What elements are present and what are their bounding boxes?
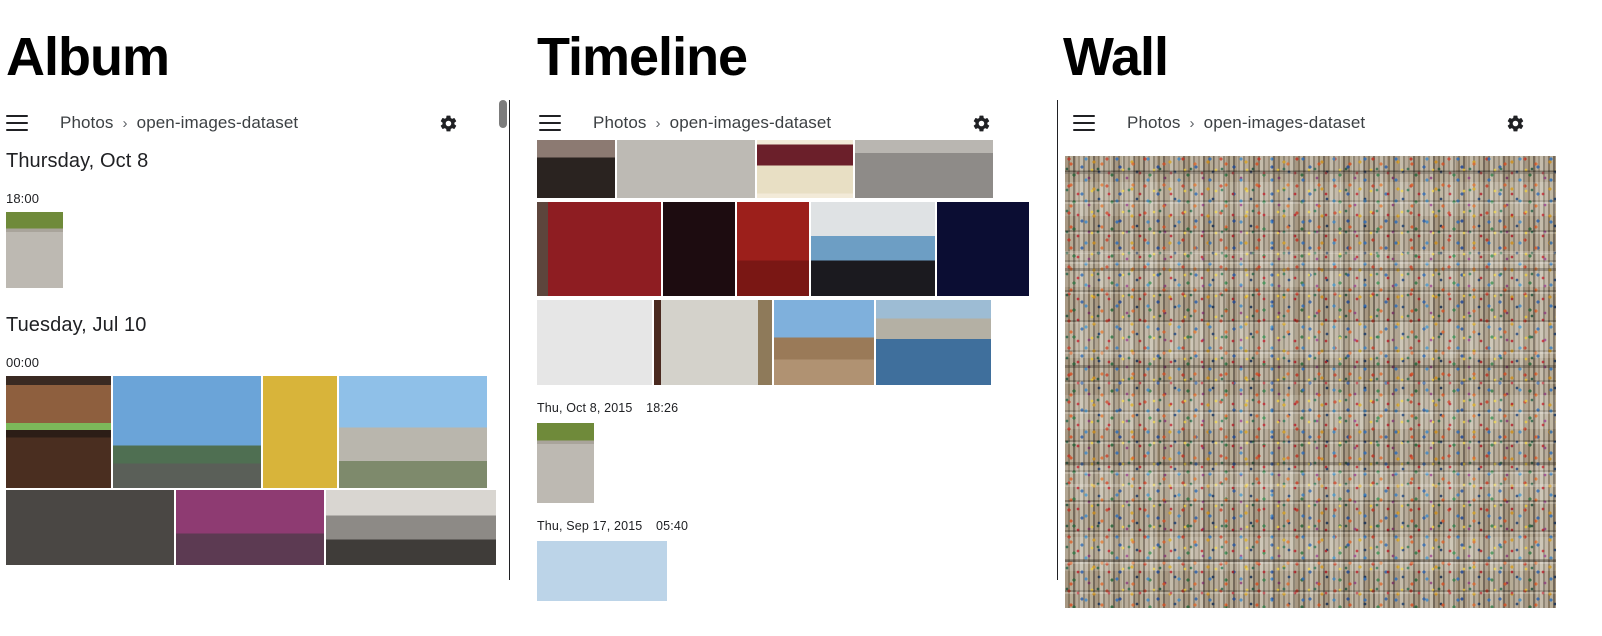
photo-thumbnail[interactable] (855, 140, 993, 198)
panel-divider (509, 100, 510, 580)
album-photo-strip (6, 212, 500, 288)
timeline-date: Thu, Sep 17, 2015 (537, 519, 643, 533)
timeline-photo-strip (537, 541, 1057, 601)
photo-thumbnail[interactable] (6, 490, 174, 565)
photo-thumbnail[interactable] (537, 140, 615, 198)
wall-photo-mosaic[interactable] (1065, 156, 1556, 608)
three-panel-comparison: Album Photos › open-images-dataset Thurs… (0, 0, 1602, 636)
photo-thumbnail[interactable] (6, 212, 63, 288)
breadcrumb: Photos › open-images-dataset (60, 113, 298, 133)
mosaic-dark-streak-layer (1065, 156, 1556, 608)
breadcrumb-item-photos[interactable]: Photos (60, 113, 114, 133)
scrollbar-thumb[interactable] (499, 100, 507, 128)
timeline-photo-strip (537, 140, 1057, 198)
appbar-timeline: Photos › open-images-dataset (539, 106, 991, 140)
panel-wall: Wall Photos › open-images-dataset (1057, 0, 1602, 636)
breadcrumb-item-open-images-dataset[interactable]: open-images-dataset (1204, 113, 1366, 133)
chevron-right-icon: › (122, 114, 128, 132)
gear-icon[interactable] (1506, 114, 1525, 133)
album-date-heading: Tuesday, Jul 10 (6, 314, 147, 336)
chevron-right-icon: › (1189, 114, 1195, 132)
photo-thumbnail[interactable] (113, 376, 261, 488)
breadcrumb: Photos › open-images-dataset (1127, 113, 1365, 133)
gear-icon[interactable] (439, 114, 458, 133)
panel-title-timeline: Timeline (537, 27, 748, 87)
breadcrumb-item-photos[interactable]: Photos (593, 113, 647, 133)
panel-title-wall: Wall (1063, 27, 1169, 87)
album-date-heading: Thursday, Oct 8 (6, 150, 149, 172)
photo-thumbnail[interactable] (617, 140, 755, 198)
hamburger-icon[interactable] (6, 115, 28, 131)
timeline-timestamp: Thu, Sep 17, 2015 05:40 (537, 519, 1057, 533)
photo-thumbnail[interactable] (537, 541, 667, 601)
breadcrumb-item-open-images-dataset[interactable]: open-images-dataset (670, 113, 832, 133)
photo-thumbnail[interactable] (876, 300, 991, 385)
photo-thumbnail[interactable] (937, 202, 1029, 296)
hamburger-icon[interactable] (539, 115, 561, 131)
timeline-photo-strip (537, 300, 1057, 385)
panel-timeline: Timeline Photos › open-images-dataset Th… (509, 0, 1057, 636)
album-time-label: 00:00 (6, 355, 40, 370)
timeline-date: Thu, Oct 8, 2015 (537, 401, 633, 415)
photo-thumbnail[interactable] (774, 300, 874, 385)
photo-thumbnail[interactable] (176, 490, 324, 565)
timeline-photo-strip (537, 202, 1057, 296)
timeline-timestamp: Thu, Oct 8, 2015 18:26 (537, 401, 1057, 415)
photo-thumbnail[interactable] (537, 300, 652, 385)
panel-album: Album Photos › open-images-dataset Thurs… (0, 0, 500, 636)
timeline-photo-grid (537, 140, 1057, 385)
photo-thumbnail[interactable] (663, 202, 735, 296)
appbar-wall: Photos › open-images-dataset (1073, 106, 1525, 140)
hamburger-icon[interactable] (1073, 115, 1095, 131)
photo-thumbnail[interactable] (757, 140, 853, 198)
photo-thumbnail[interactable] (6, 376, 111, 488)
photo-thumbnail[interactable] (263, 376, 337, 488)
timeline-body: Thu, Oct 8, 2015 18:26 Thu, Sep 17, 2015… (537, 140, 1057, 601)
chevron-right-icon: › (655, 114, 661, 132)
breadcrumb: Photos › open-images-dataset (593, 113, 831, 133)
panel-title-album: Album (6, 27, 170, 87)
photo-thumbnail[interactable] (654, 300, 772, 385)
album-time-label: 18:00 (6, 191, 40, 206)
breadcrumb-item-open-images-dataset[interactable]: open-images-dataset (137, 113, 299, 133)
panel-divider (1057, 100, 1058, 580)
photo-thumbnail[interactable] (537, 202, 661, 296)
appbar-album: Photos › open-images-dataset (6, 106, 458, 140)
album-group: Thursday, Oct 8 18:00 (0, 150, 500, 288)
timeline-time: 18:26 (646, 401, 679, 415)
album-group: Tuesday, Jul 10 00:00 (0, 314, 500, 565)
photo-thumbnail[interactable] (326, 490, 496, 565)
photo-thumbnail[interactable] (339, 376, 487, 488)
album-photo-strip (6, 376, 500, 488)
photo-thumbnail[interactable] (737, 202, 809, 296)
timeline-time: 05:40 (656, 519, 689, 533)
photo-thumbnail[interactable] (811, 202, 935, 296)
gear-icon[interactable] (972, 114, 991, 133)
photo-thumbnail[interactable] (537, 423, 594, 503)
timeline-photo-strip (537, 423, 1057, 503)
breadcrumb-item-photos[interactable]: Photos (1127, 113, 1181, 133)
album-photo-strip (6, 490, 500, 565)
